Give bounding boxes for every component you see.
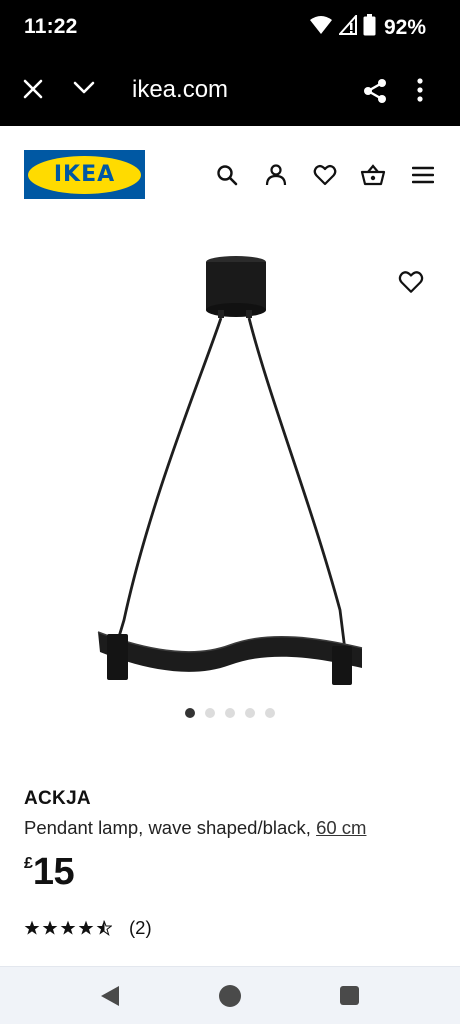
carousel-dot-2[interactable] <box>205 708 215 718</box>
product-description-text: Pendant lamp, wave shaped/black, <box>24 817 311 838</box>
price-currency: £ <box>24 855 33 872</box>
status-time: 11:22 <box>24 15 78 38</box>
image-carousel-dots <box>0 708 460 718</box>
close-icon[interactable] <box>22 78 44 105</box>
ikea-logo[interactable]: IKEA <box>24 150 145 199</box>
system-nav-bar <box>0 966 460 1024</box>
carousel-dot-4[interactable] <box>245 708 255 718</box>
basket-icon[interactable] <box>360 162 386 188</box>
rating-stars <box>24 920 112 936</box>
carousel-dot-5[interactable] <box>265 708 275 718</box>
site-header: IKEA <box>0 126 460 226</box>
more-vert-icon[interactable] <box>416 77 424 108</box>
share-icon[interactable] <box>362 78 388 109</box>
url-text[interactable]: ikea.com <box>132 76 228 104</box>
battery-icon <box>363 14 376 41</box>
product-rating[interactable]: (2) <box>24 917 152 939</box>
favourite-heart-icon[interactable] <box>398 270 424 296</box>
product-image[interactable] <box>0 226 460 746</box>
logo-text: IKEA <box>53 162 116 187</box>
back-icon[interactable] <box>100 985 120 1012</box>
star-icon <box>24 920 40 935</box>
star-icon <box>60 920 76 935</box>
half-star-icon <box>96 920 112 936</box>
carousel-dot-1[interactable] <box>185 708 195 718</box>
status-indicators: 92% <box>309 13 426 41</box>
pendant-lamp-image <box>97 256 363 685</box>
search-icon[interactable] <box>214 162 240 188</box>
star-icon <box>78 920 94 935</box>
star-icon <box>42 920 58 935</box>
product-price: £ 15 <box>24 850 75 894</box>
product-size-link[interactable]: 60 cm <box>316 817 366 838</box>
heart-icon[interactable] <box>312 162 338 188</box>
wifi-icon <box>309 15 333 40</box>
signal-icon <box>337 13 357 40</box>
menu-icon[interactable] <box>410 162 436 188</box>
browser-toolbar: ikea.com <box>0 56 460 126</box>
product-description: Pendant lamp, wave shaped/black, 60 cm <box>24 817 366 839</box>
logo-oval: IKEA <box>28 155 141 194</box>
rating-count[interactable]: (2) <box>129 917 152 939</box>
chevron-down-icon[interactable] <box>72 80 96 101</box>
home-icon[interactable] <box>219 985 241 1007</box>
recents-icon[interactable] <box>340 986 359 1005</box>
price-value: 15 <box>32 851 75 893</box>
status-bar: 11:22 92% <box>0 0 460 56</box>
account-icon[interactable] <box>263 162 289 188</box>
carousel-dot-3[interactable] <box>225 708 235 718</box>
battery-percent: 92% <box>383 15 426 39</box>
product-name[interactable]: ACKJA <box>24 788 91 810</box>
